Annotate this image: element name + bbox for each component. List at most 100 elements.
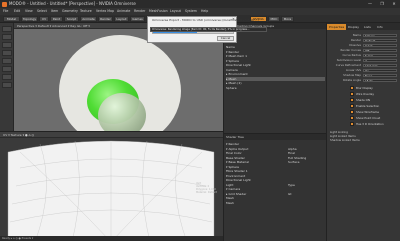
property-value[interactable]: 5 mm — [363, 53, 397, 57]
shader-row-label[interactable]: Fibre Shader 1 — [226, 169, 248, 173]
items-list: Name ▾ Render ▾ Mesh Item 1 ▾ Sphere Dir… — [226, 45, 325, 90]
close-window-button[interactable]: ✕ — [388, 0, 400, 8]
shader-row-value: Gt — [288, 191, 292, 196]
checkbox[interactable] — [350, 116, 354, 120]
minimize-button[interactable]: — — [364, 0, 376, 8]
checkbox[interactable] — [350, 86, 354, 90]
shader-row-label[interactable]: ▾ Camera — [226, 187, 240, 191]
tab-animate[interactable]: Animate — [80, 16, 97, 22]
menu-file[interactable]: File — [3, 9, 8, 13]
properties-panel: Properties Display Lists Info Name Sphere… — [326, 23, 400, 241]
tab-uv[interactable]: UV — [39, 16, 49, 22]
shader-row-value: Surface — [288, 160, 300, 164]
shader-row-label[interactable]: Mesh — [226, 196, 234, 200]
shader-row-label[interactable]: ▸ Grid Shader — [226, 192, 246, 196]
property-value[interactable]: None — [363, 73, 397, 77]
tab-paint[interactable]: Paint — [50, 16, 63, 22]
property-value[interactable]: 10.0 mm — [363, 63, 397, 67]
property-row: Rotate Angle 15.0° — [329, 78, 399, 83]
maximize-button[interactable]: ❐ — [376, 0, 388, 8]
checkbox-label: Has 3 D Orientation — [356, 122, 384, 126]
shader-row-label[interactable]: Final Color — [226, 151, 242, 155]
property-value[interactable]: 15.0° — [363, 78, 397, 82]
shader-row: Mesh — [226, 201, 325, 206]
menu-select[interactable]: Select — [37, 9, 47, 13]
tab-topology[interactable]: Topology — [21, 16, 38, 22]
loop-slice-tool-icon[interactable] — [2, 82, 12, 88]
gray-sphere[interactable] — [98, 93, 146, 131]
property-label: Linear UVs — [346, 68, 361, 72]
shader-row-label[interactable]: ▾ Alpha Output — [226, 147, 248, 151]
property-value[interactable]: On — [363, 68, 397, 72]
shader-row-label[interactable]: Mesh — [226, 201, 234, 205]
property-value[interactable]: 2 — [363, 58, 397, 62]
checkbox[interactable] — [350, 92, 354, 96]
property-value[interactable]: Default — [363, 38, 397, 42]
close-icon[interactable]: ✕ — [230, 17, 237, 22]
menu-layout[interactable]: Layout — [170, 9, 181, 13]
shader-tree-panel: Shader Tree ▾ Render ▾ Alpha Output Alpha… — [223, 133, 327, 241]
tab-games[interactable]: Games — [130, 16, 145, 22]
menu-animate[interactable]: Animate — [117, 9, 130, 13]
menu-texture[interactable]: Texture — [80, 9, 92, 13]
menu-geometry[interactable]: Geometry — [62, 9, 78, 13]
property-label: Render — [351, 38, 361, 42]
shader-tree-list: ▾ Render ▾ Alpha Output Alpha Final Color… — [226, 142, 325, 205]
tab-info[interactable]: Info — [375, 24, 385, 30]
extrude-tool-icon[interactable] — [2, 74, 12, 80]
tab-lists[interactable]: Lists — [362, 24, 373, 30]
shader-row: Light Type — [226, 183, 325, 188]
shader-row-label[interactable]: Base Shader — [226, 156, 245, 160]
property-label: Curve Refinement — [335, 63, 361, 67]
info-line: Material: Default — [196, 191, 217, 194]
shader-row-label[interactable]: Environment — [226, 174, 245, 178]
list-item[interactable]: Sphere — [226, 86, 325, 91]
menu-vertex-map[interactable]: Vertex Map — [96, 9, 114, 13]
property-value[interactable]: 0.0 % — [363, 43, 397, 47]
checkbox-label: Wire Overlay — [356, 92, 375, 96]
tab-more[interactable]: More — [281, 16, 294, 22]
menu-meshfusion[interactable]: MeshFusion — [149, 9, 168, 13]
menu-edit[interactable]: Edit — [14, 9, 20, 13]
property-value[interactable]: Off — [363, 48, 397, 52]
shader-row-label[interactable]: Directional Light — [226, 178, 251, 182]
menu-item[interactable]: Item — [51, 9, 58, 13]
menu-system[interactable]: System — [185, 9, 197, 13]
shader-row: ▾ Base Material Surface — [226, 160, 325, 165]
transform-tool-icon[interactable] — [2, 58, 12, 64]
property-value[interactable]: Sphere — [363, 33, 397, 37]
shader-row-label[interactable]: ▾ Base Material — [226, 160, 249, 164]
property-row: Render Curves Off — [329, 48, 399, 53]
tab-moc[interactable]: MOC — [268, 16, 280, 22]
checkbox[interactable] — [350, 104, 354, 108]
tab-model[interactable]: Model — [3, 16, 20, 22]
property-label: Rotate Angle — [342, 78, 361, 82]
shader-tree-header[interactable]: Shader Tree — [224, 134, 327, 140]
tab-display[interactable]: Display — [346, 24, 361, 30]
scale-tool-icon[interactable] — [2, 50, 12, 56]
cancel-button[interactable]: Cancel — [217, 36, 234, 41]
rotate-tool-icon[interactable] — [2, 42, 12, 48]
menu-render[interactable]: Render — [134, 9, 145, 13]
checkbox[interactable] — [350, 110, 354, 114]
tab-sculpt[interactable]: Sculpt — [64, 16, 79, 22]
move-tool-icon[interactable] — [2, 34, 12, 40]
uv-viewport[interactable]: UV ▾ Texture ▾ ● ⌂ ◎ — [0, 131, 223, 241]
checkbox[interactable] — [350, 98, 354, 102]
property-row: Dissolve 0.0 % — [329, 43, 399, 48]
shader-row-value: Type — [288, 182, 295, 187]
menu-help[interactable]: Help — [201, 9, 208, 13]
select-tool-icon[interactable] — [2, 26, 12, 32]
section-row[interactable]: Shadow Linked Items — [330, 138, 398, 142]
checkbox-label: Shade ON — [356, 98, 370, 102]
tab-properties[interactable]: Properties — [327, 24, 347, 30]
property-label: Dissolve — [349, 43, 361, 47]
tab-render[interactable]: Render — [98, 16, 113, 22]
shader-row-label[interactable]: Light — [226, 183, 234, 187]
checkbox[interactable] — [350, 122, 354, 126]
tab-layout[interactable]: Layout — [114, 16, 129, 22]
shader-row-label[interactable]: ▾ Render — [226, 142, 239, 146]
shader-row-label[interactable]: ▾ Sphere — [226, 165, 239, 169]
bevel-tool-icon[interactable] — [2, 66, 12, 72]
menu-view[interactable]: View — [25, 9, 33, 13]
